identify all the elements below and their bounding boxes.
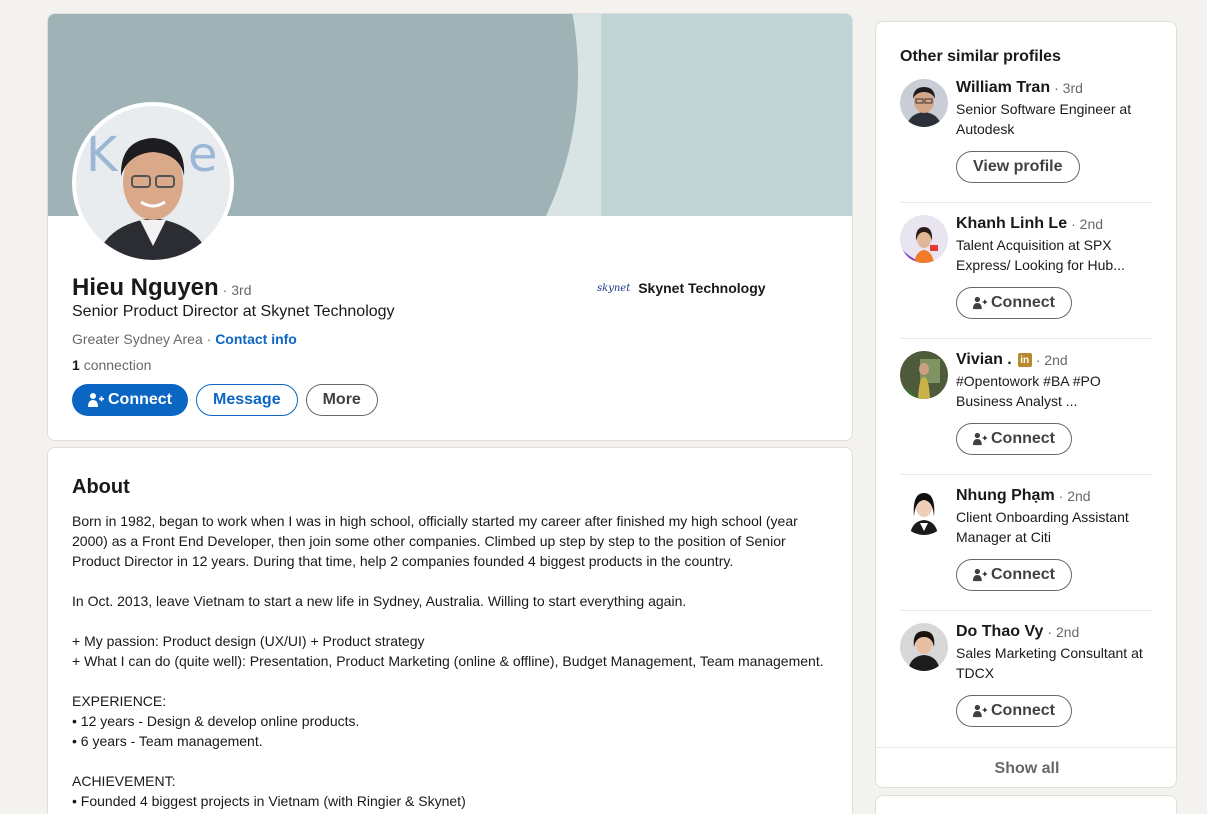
profile-location: Greater Sydney Area · bbox=[72, 331, 212, 347]
similar-profile-item: Vivian . in · 2nd #Opentowork #BA #PO Bu… bbox=[900, 351, 1152, 487]
similar-profile-headline: Talent Acquisition at SPX Express/ Looki… bbox=[956, 237, 1125, 273]
profile-headline: Senior Product Director at Skynet Techno… bbox=[72, 303, 395, 320]
profile-connections[interactable]: 1 connection bbox=[72, 357, 151, 373]
similar-profile-name[interactable]: Do Thao Vy bbox=[956, 623, 1043, 641]
connections-count: 1 bbox=[72, 357, 80, 373]
more-button[interactable]: More bbox=[305, 384, 378, 416]
similar-profile-name[interactable]: Khanh Linh Le bbox=[956, 215, 1067, 233]
similar-profile-item: Nhung Phạm · 2nd Client Onboarding Assist… bbox=[900, 487, 1152, 623]
profile-photo[interactable] bbox=[900, 487, 948, 535]
divider bbox=[900, 338, 1152, 339]
contact-info-link[interactable]: Contact info bbox=[215, 331, 297, 347]
similar-profile-name[interactable]: Nhung Phạm bbox=[956, 487, 1055, 505]
add-person-icon bbox=[973, 568, 987, 582]
similar-profile-item: William Tran · 3rd Senior Software Engine… bbox=[900, 79, 1152, 215]
similar-profile-headline: Client Onboarding Assistant Manager at C… bbox=[956, 509, 1129, 545]
next-sidebar-card bbox=[875, 795, 1177, 814]
current-company[interactable]: skynet Skynet Technology bbox=[597, 280, 766, 296]
similar-profile-headline: Senior Software Engineer at Autodesk bbox=[956, 101, 1132, 137]
show-all-button[interactable]: Show all bbox=[876, 747, 1176, 787]
connect-button[interactable]: Connect bbox=[956, 423, 1072, 455]
linkedin-premium-icon: in bbox=[1017, 353, 1032, 367]
add-person-icon bbox=[973, 432, 987, 446]
svg-text:K: K bbox=[86, 127, 119, 183]
view-profile-button[interactable]: View profile bbox=[956, 151, 1080, 183]
company-logo: skynet bbox=[597, 282, 631, 294]
add-person-icon bbox=[88, 393, 104, 407]
connect-button[interactable]: Connect bbox=[956, 559, 1072, 591]
message-button[interactable]: Message bbox=[196, 384, 298, 416]
add-person-icon bbox=[973, 704, 987, 718]
profile-photo[interactable] bbox=[900, 623, 948, 671]
similar-profiles-title: Other similar profiles bbox=[900, 48, 1061, 65]
profile-photo[interactable] bbox=[900, 79, 948, 127]
profile-degree: · 3rd bbox=[222, 282, 252, 298]
profile-location-row: Greater Sydney Area · Contact info bbox=[72, 331, 297, 347]
company-name: Skynet Technology bbox=[638, 280, 766, 296]
profile-actions: Connect Message More bbox=[72, 384, 378, 416]
profile-name-row: Hieu Nguyen · 3rd bbox=[72, 274, 251, 302]
svg-text:e: e bbox=[188, 127, 218, 183]
about-card: About Born in 1982, began to work when I… bbox=[47, 447, 853, 814]
profile-photo[interactable] bbox=[900, 351, 948, 399]
similar-profile-headline: Sales Marketing Consultant at TDCX bbox=[956, 645, 1143, 681]
connections-label: connection bbox=[83, 357, 152, 373]
about-text: Born in 1982, began to work when I was i… bbox=[72, 513, 824, 809]
profile-name: Hieu Nguyen bbox=[72, 274, 219, 301]
profile-card: K e Hieu Nguyen · 3rd Senior Product Dir… bbox=[47, 13, 853, 441]
similar-profile-item: Do Thao Vy · 2nd Sales Marketing Consulta… bbox=[900, 623, 1152, 759]
similar-profile-name[interactable]: William Tran bbox=[956, 79, 1050, 97]
divider bbox=[900, 202, 1152, 203]
similar-profile-item: Khanh Linh Le · 2nd Talent Acquisition at… bbox=[900, 215, 1152, 351]
profile-photo[interactable] bbox=[900, 215, 948, 263]
connect-button[interactable]: Connect bbox=[956, 287, 1072, 319]
add-person-icon bbox=[973, 296, 987, 310]
connect-button[interactable]: Connect bbox=[956, 695, 1072, 727]
similar-profile-headline: #Opentowork #BA #PO Business Analyst ... bbox=[956, 373, 1101, 409]
divider bbox=[900, 610, 1152, 611]
similar-profiles-card: Other similar profiles William Tran · 3rd… bbox=[875, 21, 1177, 788]
similar-profile-name[interactable]: Vivian . bbox=[956, 351, 1012, 369]
connect-button[interactable]: Connect bbox=[72, 384, 188, 416]
about-title: About bbox=[72, 476, 130, 498]
divider bbox=[900, 474, 1152, 475]
profile-avatar[interactable]: K e bbox=[72, 102, 234, 264]
